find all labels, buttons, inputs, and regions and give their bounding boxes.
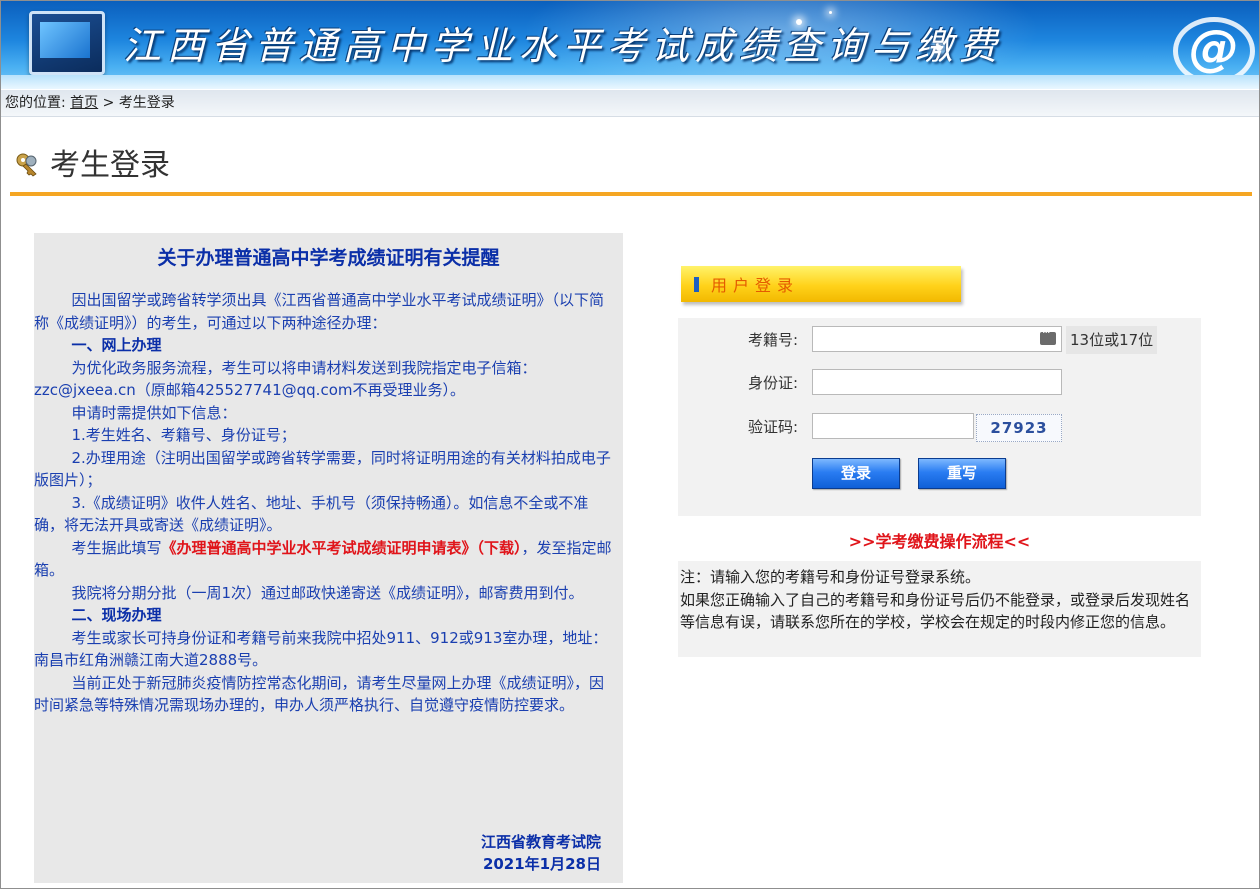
download-link[interactable]: （下载） (477, 539, 522, 557)
id-input[interactable] (812, 369, 1062, 395)
id-label: 身份证: (747, 374, 798, 392)
breadcrumb-prefix: 您的位置: (5, 95, 71, 111)
notice-panel: 关于办理普通高中学考成绩证明有关提醒 因出国留学或跨省转学须出具《江西省普通高中… (34, 233, 623, 883)
login-tab-header: 用户登录 (681, 266, 961, 302)
sparkle-icon (829, 11, 832, 14)
login-tips: 注：请输入您的考籍号和身份证号登录系统。 如果您正确输入了自己的考籍号和身份证号… (678, 561, 1201, 657)
reset-button[interactable]: 重写 (918, 458, 1006, 489)
exam-no-row: 考籍号: 13位或17位 (678, 326, 1201, 354)
notice-paragraph: 当前正处于新冠肺炎疫情防控常态化期间，请考生尽量网上办理《成绩证明》，因时间紧急… (34, 673, 605, 715)
title-divider (10, 192, 1252, 196)
notice-paragraph: 考生据此填写《办理普通高中学业水平考试成绩证明申请表》（下载），发至指定邮箱。 (34, 537, 616, 582)
captcha-row: 验证码: 27923 (678, 413, 1201, 442)
login-tab-title: 用户登录 (711, 276, 800, 295)
notice-section-online: 一、网上办理 (71, 336, 162, 354)
notice-org: 江西省教育考试院 (480, 833, 601, 851)
sparkle-icon (796, 19, 802, 25)
breadcrumb-current: 考生登录 (118, 95, 175, 111)
banner-bottom-band (1, 75, 1259, 89)
notice-paragraph: 3.《成绩证明》收件人姓名、地址、手机号（须保持畅通）。如信息不全或不准确，将无… (34, 493, 589, 535)
tab-marker-icon (694, 277, 699, 292)
keyboard-icon[interactable] (1040, 326, 1056, 345)
tips-line: 如果您正确输入了自己的考籍号和身份证号后仍不能登录，或登录后发现姓名等信息有误，… (680, 590, 1191, 632)
site-title: 江西省普通高中学业水平考试成绩查询与缴费 (123, 24, 1004, 68)
exam-no-input[interactable] (812, 326, 1062, 352)
notice-signature: 江西省教育考试院 2021年1月28日 (481, 831, 601, 875)
notice-body: 因出国留学或跨省转学须出具《江西省普通高中学业水平考试成绩证明》（以下简称《成绩… (34, 289, 616, 717)
breadcrumb-separator: > (98, 95, 119, 111)
notice-paragraph: 我院将分期分批（一周1次）通过邮政快递寄送《成绩证明》，邮寄费用到付。 (71, 583, 584, 602)
notice-paragraph: 考生或家长可持身份证和考籍号前来我院中招处911、912或913室办理，地址：南… (34, 628, 608, 670)
notice-paragraph: 2.办理用途（注明出国留学或跨省转学需要，同时将证明用途的有关材料拍成电子版图片… (34, 448, 611, 490)
notice-date: 2021年1月28日 (482, 855, 601, 873)
sparkle-icon (936, 45, 942, 51)
page-title: 考生登录 (50, 148, 170, 183)
monitor-icon (29, 11, 105, 75)
notice-section-onsite: 二、现场办理 (71, 606, 162, 624)
notice-paragraph: 1.考生姓名、考籍号、身份证号； (71, 426, 296, 444)
notice-paragraph: 为优化政务服务流程，考生可以将申请材料发送到我院指定电子信箱：zzc@jxeea… (34, 358, 537, 400)
notice-paragraph: 因出国留学或跨省转学须出具《江西省普通高中学业水平考试成绩证明》（以下简称《成绩… (34, 291, 605, 332)
notice-paragraph: 申请时需提供如下信息： (71, 403, 237, 422)
id-row: 身份证: (678, 369, 1201, 397)
notice-title: 关于办理普通高中学考成绩证明有关提醒 (157, 247, 500, 269)
payment-flow-link[interactable]: >>学考缴费操作流程<< (678, 528, 1201, 552)
captcha-input[interactable] (812, 413, 974, 439)
notice-text: 考生据此填写 (71, 538, 162, 557)
captcha-label: 验证码: (747, 418, 798, 436)
login-form: 考籍号: 13位或17位 身份证: 验证码: 27923 登录 重写 (678, 318, 1201, 516)
login-button[interactable]: 登录 (812, 458, 900, 489)
captcha-image[interactable]: 27923 (976, 414, 1062, 442)
application-form-link[interactable]: 《办理普通高中学业水平考试成绩证明申请表》 (162, 539, 477, 557)
breadcrumb: 您的位置: 首页 > 考生登录 (1, 90, 1259, 117)
site-banner: 江西省普通高中学业水平考试成绩查询与缴费 @ (1, 1, 1259, 89)
tips-line: 注：请输入您的考籍号和身份证号登录系统。 (680, 568, 981, 586)
exam-no-label: 考籍号: (747, 331, 798, 349)
key-icon (16, 153, 37, 177)
breadcrumb-home-link[interactable]: 首页 (70, 95, 98, 111)
exam-no-hint: 13位或17位 (1066, 326, 1158, 354)
